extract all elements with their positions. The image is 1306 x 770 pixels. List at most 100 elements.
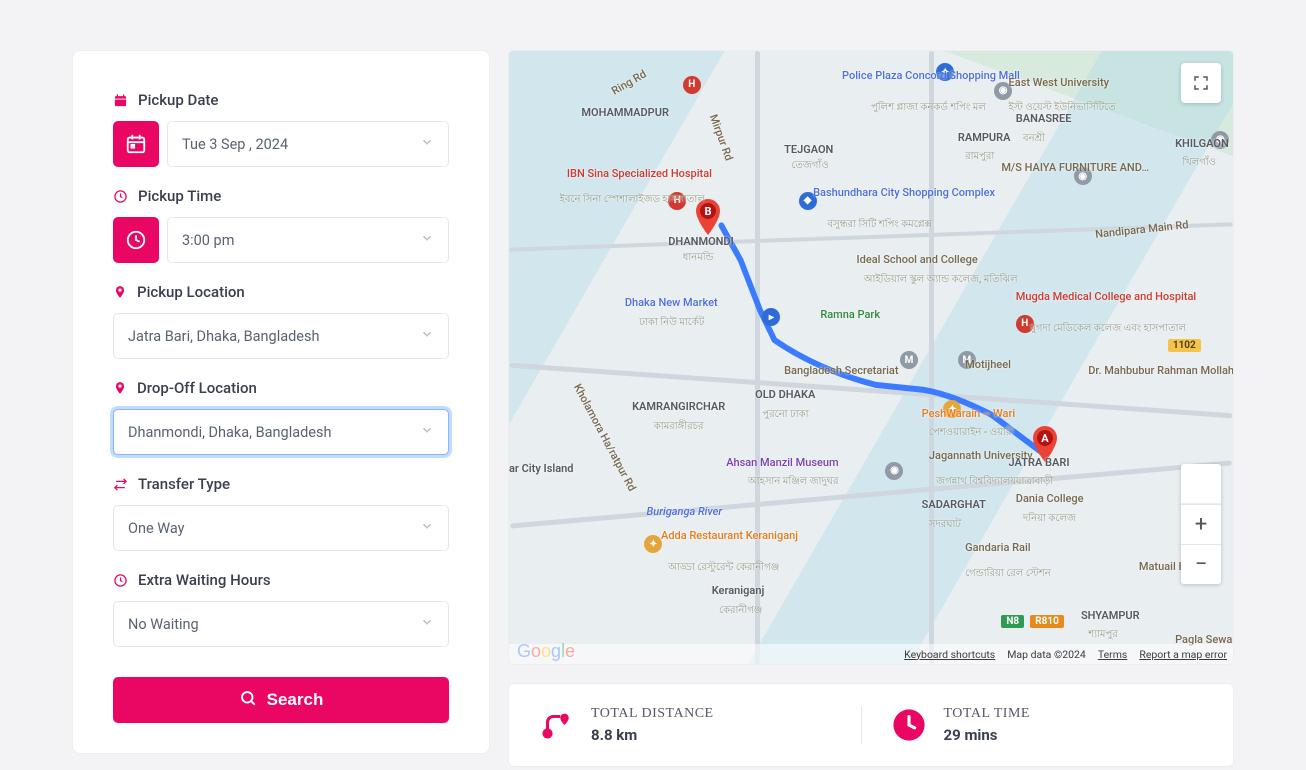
pickup-location-field: Pickup Location Jatra Bari, Dhaka, Bangl…	[113, 283, 449, 359]
pickup-date-field: Pickup Date Tue 3 Sep , 2024	[113, 91, 449, 167]
map-label: Police Plaza Concord Shopping Mall	[842, 69, 1020, 82]
map-label: JATRA BARI	[1009, 456, 1070, 469]
zoom-control: + −	[1181, 464, 1221, 584]
transfer-type-input[interactable]: One Way	[113, 505, 449, 551]
distance-title: TOTAL DISTANCE	[591, 706, 714, 722]
map-label: IBN Sina Specialized Hospital	[567, 167, 712, 180]
map-label: Motijheel	[965, 358, 1011, 371]
chevron-down-icon	[420, 615, 434, 633]
map-label: ঢাকা নিউ মার্কেট	[639, 315, 704, 332]
pickup-time-field: Pickup Time 3:00 pm	[113, 187, 449, 263]
svg-text:B: B	[705, 205, 712, 218]
map-label: পেশওয়ারাইন - ওয়ারী	[929, 425, 1014, 442]
app-container: Pickup Date Tue 3 Sep , 2024	[0, 50, 1306, 767]
map-label: ইবনে সিনা স্পেশালাইজড হাসপাতাল	[560, 192, 705, 209]
clock-fill-icon	[892, 708, 926, 742]
road-tag: R810	[1030, 615, 1064, 628]
total-time-stat: TOTAL TIME 29 mins	[882, 706, 1214, 744]
map-label: MOHAMMADPUR	[581, 106, 669, 119]
route-polyline	[509, 51, 1233, 664]
map-label: Dr. Mahbubur Rahman Mollah College	[1088, 364, 1234, 377]
keyboard-shortcuts-link[interactable]: Keyboard shortcuts	[904, 648, 995, 661]
map-label: রামপুরা	[965, 149, 994, 166]
map-label: পুলিশ প্লাজা কনকর্ড শপিং মল	[871, 100, 986, 117]
map-attribution: Keyboard shortcuts Map data ©2024 Terms …	[509, 644, 1233, 664]
map-label: M/S HAIYA FURNITURE AND…	[1001, 161, 1149, 174]
map-panel: A B H ✦ ◉ H ◆ ▸ M M ✦ ◉ H ✦ ◉ ◉ N8 R810 …	[508, 50, 1234, 767]
map-label: জগন্নাথ বিশ্ববিদ্যালয়	[936, 474, 1016, 491]
map-label: আহসান মঞ্জিল জাদুঘর	[748, 474, 839, 491]
map-label: ar City Island	[509, 462, 573, 475]
map-label: আড্ডা রেস্টুরেন্ট কেরানীগঞ্জ	[668, 560, 779, 577]
terms-link[interactable]: Terms	[1098, 648, 1128, 661]
map-label: PeshWarain ~ Wari	[922, 407, 1016, 420]
route-icon	[539, 708, 573, 742]
report-error-link[interactable]: Report a map error	[1139, 648, 1227, 661]
map-label: কামরাঙ্গীরচর	[654, 419, 704, 436]
zoom-in-button[interactable]: +	[1181, 504, 1221, 544]
map-label: গেন্ডারিয়া রেল স্টেশন	[965, 566, 1051, 583]
transfer-type-label: Transfer Type	[138, 475, 230, 493]
extra-waiting-input[interactable]: No Waiting	[113, 601, 449, 647]
map-label: East West University	[1009, 76, 1109, 89]
pickup-date-label: Pickup Date	[138, 91, 218, 109]
map-label: বসুন্ধরা সিটি শপিং কমপ্লেক্স	[828, 217, 932, 234]
search-button-label: Search	[267, 690, 324, 710]
map-label: তেজগাঁও	[791, 158, 828, 175]
pickup-location-input[interactable]: Jatra Bari, Dhaka, Bangladesh	[113, 313, 449, 359]
distance-value: 8.8 km	[591, 726, 714, 744]
chevron-down-icon	[420, 423, 434, 441]
map-label: Mugda Medical College and Hospital	[1016, 290, 1196, 303]
poi-hospital-icon: H	[683, 76, 701, 94]
map-label: Ideal School and College	[857, 253, 978, 266]
map-label: মুগদা মেডিকেল কলেজ এবং হাসপাতাল	[1030, 321, 1186, 338]
pickup-date-input[interactable]: Tue 3 Sep , 2024	[167, 121, 449, 167]
total-distance-stat: TOTAL DISTANCE 8.8 km	[529, 706, 862, 744]
dropoff-location-field: Drop-Off Location Dhanmondi, Dhaka, Bang…	[113, 379, 449, 455]
map-label: কেরানীগঞ্জ	[719, 603, 762, 620]
dropoff-location-input[interactable]: Dhanmondi, Dhaka, Bangladesh	[113, 409, 449, 455]
extra-waiting-value: No Waiting	[128, 616, 199, 633]
map[interactable]: A B H ✦ ◉ H ◆ ▸ M M ✦ ◉ H ✦ ◉ ◉ N8 R810 …	[508, 50, 1234, 665]
pegman-placeholder[interactable]	[1181, 464, 1221, 504]
map-label: Gandaria Rail	[965, 541, 1031, 554]
pickup-time-label: Pickup Time	[138, 187, 221, 205]
pickup-date-value: Tue 3 Sep , 2024	[182, 136, 288, 153]
time-title: TOTAL TIME	[944, 706, 1030, 722]
clock-icon-box	[113, 217, 159, 263]
stats-card: TOTAL DISTANCE 8.8 km TOTAL TIME 29 mins	[508, 683, 1234, 767]
clock-icon	[113, 189, 128, 204]
map-label: DHANMONDI	[668, 235, 734, 248]
map-label: Dania College	[1016, 492, 1084, 505]
chevron-down-icon	[420, 519, 434, 537]
map-label: পুরনো ঢাকা	[762, 407, 808, 424]
search-icon	[239, 689, 257, 712]
time-value: 29 mins	[944, 726, 1030, 744]
clock-icon	[113, 573, 128, 588]
road-tag: N8	[1001, 615, 1024, 628]
fullscreen-button[interactable]	[1181, 63, 1221, 103]
map-label: Ramna Park	[820, 308, 880, 321]
chevron-down-icon	[420, 231, 434, 249]
map-label: Keraniganj	[712, 584, 765, 597]
search-panel: Pickup Date Tue 3 Sep , 2024	[72, 50, 490, 754]
map-label: RAMPURA	[958, 131, 1011, 144]
pickup-time-value: 3:00 pm	[182, 232, 234, 249]
calendar-icon-box	[113, 121, 159, 167]
transfer-type-field: Transfer Type One Way	[113, 475, 449, 551]
map-label: আইডিয়াল স্কুল অ্যান্ড কলেজ, মতিঝিল	[864, 272, 1018, 289]
map-label: Bangladesh Secretariat	[784, 364, 898, 377]
map-label: ধানমন্ডি	[683, 250, 714, 267]
map-label: দনিয়া কলেজ	[1023, 511, 1076, 528]
map-label: Adda Restaurant Keraniganj	[661, 529, 798, 542]
map-label: TEJGAON	[784, 143, 833, 156]
map-label: Ahsan Manzil Museum	[726, 456, 838, 469]
map-data-text: Map data ©2024	[1007, 648, 1086, 661]
search-button[interactable]: Search	[113, 677, 449, 723]
pickup-time-input[interactable]: 3:00 pm	[167, 217, 449, 263]
calendar-icon	[113, 93, 128, 108]
map-label: শ্যামপুর	[1088, 627, 1118, 644]
zoom-out-button[interactable]: −	[1181, 544, 1221, 584]
map-label: BANASREE	[1016, 112, 1072, 125]
dropoff-location-value: Dhanmondi, Dhaka, Bangladesh	[128, 424, 331, 441]
